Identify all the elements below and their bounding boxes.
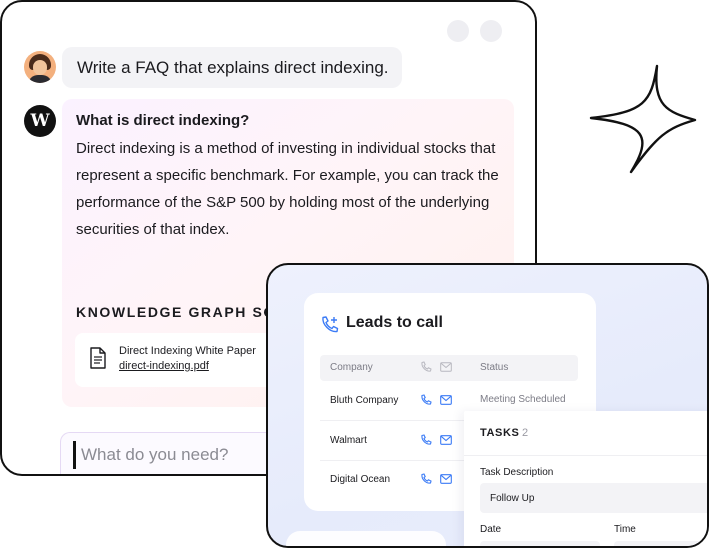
- table-row[interactable]: Digital Ocean: [320, 461, 470, 499]
- user-avatar: [24, 51, 56, 83]
- time-label: Time: [614, 524, 636, 535]
- answer-body: Direct indexing is a method of investing…: [76, 140, 499, 238]
- lead-company: Digital Ocean: [330, 474, 391, 485]
- phone-plus-icon[interactable]: [320, 315, 340, 335]
- text-caret: [73, 441, 76, 469]
- table-header: Company Status: [320, 355, 578, 381]
- task-description-value: Follow Up: [490, 493, 535, 504]
- column-status: Status: [480, 362, 509, 373]
- partial-card: [286, 531, 446, 546]
- lead-company: Walmart: [330, 435, 367, 446]
- assistant-logo: W: [24, 105, 56, 137]
- mail-icon[interactable]: [440, 435, 452, 445]
- phone-icon: [421, 361, 432, 372]
- phone-icon[interactable]: [420, 394, 432, 406]
- lead-company: Bluth Company: [330, 395, 399, 406]
- phone-icon[interactable]: [420, 473, 432, 485]
- mail-icon[interactable]: [440, 474, 452, 484]
- table-row[interactable]: Walmart: [320, 422, 470, 460]
- column-company: Company: [330, 362, 373, 373]
- window-control-dot[interactable]: [480, 20, 502, 42]
- tasks-heading: TASKS: [480, 427, 520, 439]
- divider: [464, 455, 707, 456]
- sparkle-icon: [589, 64, 697, 174]
- tasks-count: 2: [522, 427, 529, 439]
- window-control-dot[interactable]: [447, 20, 469, 42]
- date-label: Date: [480, 524, 502, 535]
- task-description-label: Task Description: [480, 467, 554, 478]
- knowledge-graph-heading: KNOWLEDGE GRAPH SOU: [76, 304, 288, 320]
- task-description-field[interactable]: Follow Up: [480, 483, 707, 513]
- tasks-panel: TASKS 2 Task Description Follow Up Date …: [464, 411, 707, 546]
- phone-icon[interactable]: [420, 434, 432, 446]
- lead-status: Meeting Scheduled: [480, 394, 566, 405]
- table-row[interactable]: Bluth Company: [320, 382, 470, 420]
- time-field[interactable]: [614, 541, 707, 546]
- document-icon: [90, 347, 106, 369]
- user-message: Write a FAQ that explains direct indexin…: [62, 47, 402, 88]
- mail-icon[interactable]: [440, 395, 452, 405]
- chat-input-placeholder: What do you need?: [81, 445, 229, 464]
- leads-window: Leads to call Company Status Bluth Compa…: [266, 263, 709, 548]
- leads-title: Leads to call: [346, 314, 443, 331]
- date-field[interactable]: [480, 541, 600, 546]
- mail-icon: [440, 362, 452, 372]
- answer-title: What is direct indexing?: [76, 112, 250, 129]
